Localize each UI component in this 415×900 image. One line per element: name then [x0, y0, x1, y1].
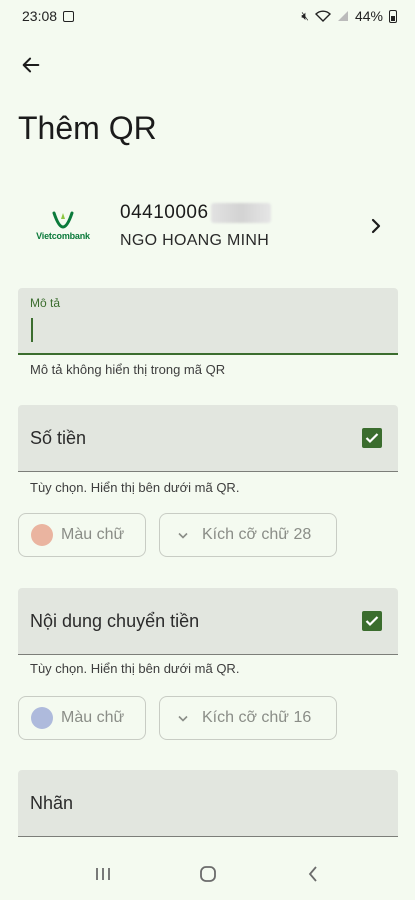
nav-back-button[interactable] [293, 854, 333, 894]
chevron-down-icon [176, 532, 190, 539]
system-nav-bar [0, 848, 415, 900]
check-icon [365, 433, 379, 444]
description-field[interactable]: Mô tả [18, 288, 398, 355]
amount-color-label: Màu chữ [61, 526, 125, 543]
gallery-notification-icon [63, 10, 75, 22]
vietcombank-logo-icon [52, 211, 74, 229]
amount-size-chip[interactable]: Kích cỡ chữ 28 [159, 513, 337, 557]
amount-size-label: Kích cỡ chữ 28 [202, 526, 312, 543]
page-title: Thêm QR [18, 110, 157, 146]
account-number-mask [210, 203, 271, 223]
check-icon [365, 616, 379, 627]
content-color-chip[interactable]: Màu chữ [18, 696, 146, 740]
content-helper: Tùy chọn. Hiển thị bên dưới mã QR. [30, 661, 240, 676]
wifi-icon [314, 10, 331, 22]
content-size-chip[interactable]: Kích cỡ chữ 16 [159, 696, 337, 740]
description-helper: Mô tả không hiển thị trong mã QR [30, 362, 226, 377]
recent-apps-icon [95, 868, 110, 880]
status-bar: 23:08 🔇︎ 44% [0, 0, 415, 32]
label-field[interactable]: Nhãn [18, 770, 398, 837]
mute-icon: 🔇︎ [301, 8, 309, 23]
amount-helper: Tùy chọn. Hiển thị bên dưới mã QR. [30, 480, 240, 495]
content-size-label: Kích cỡ chữ 16 [202, 709, 312, 726]
chevron-down-icon [176, 715, 190, 722]
nav-back-icon [308, 866, 317, 882]
content-color-label: Màu chữ [61, 709, 125, 726]
status-time: 23:08 [22, 8, 58, 24]
account-number: 04410006 [120, 202, 209, 223]
account-holder: NGO HOANG MINH [120, 232, 270, 249]
text-cursor [31, 318, 33, 342]
content-toggle-row[interactable]: Nội dung chuyển tiền [18, 588, 398, 655]
amount-color-chip[interactable]: Màu chữ [18, 513, 146, 557]
arrow-left-icon [22, 57, 40, 73]
back-button[interactable] [14, 48, 48, 82]
color-swatch [31, 524, 53, 546]
color-swatch [31, 707, 53, 729]
account-selector[interactable]: Vietcombank 04410006 NGO HOANG MINH [18, 188, 398, 264]
content-label: Nội dung chuyển tiền [30, 611, 200, 631]
chevron-right-icon [364, 218, 388, 234]
signal-icon [337, 11, 348, 21]
description-label: Mô tả [30, 296, 61, 310]
bank-name: Vietcombank [36, 231, 90, 241]
bank-logo: Vietcombank [24, 211, 102, 241]
battery-percentage: 44% [354, 8, 383, 24]
amount-checkbox[interactable] [362, 428, 382, 448]
battery-icon [389, 9, 397, 23]
home-button[interactable] [188, 854, 228, 894]
recent-apps-button[interactable] [83, 854, 123, 894]
label-field-label: Nhãn [30, 793, 74, 813]
home-icon [199, 866, 216, 882]
amount-label: Số tiền [30, 428, 87, 448]
content-checkbox[interactable] [362, 611, 382, 631]
amount-toggle-row[interactable]: Số tiền [18, 405, 398, 472]
